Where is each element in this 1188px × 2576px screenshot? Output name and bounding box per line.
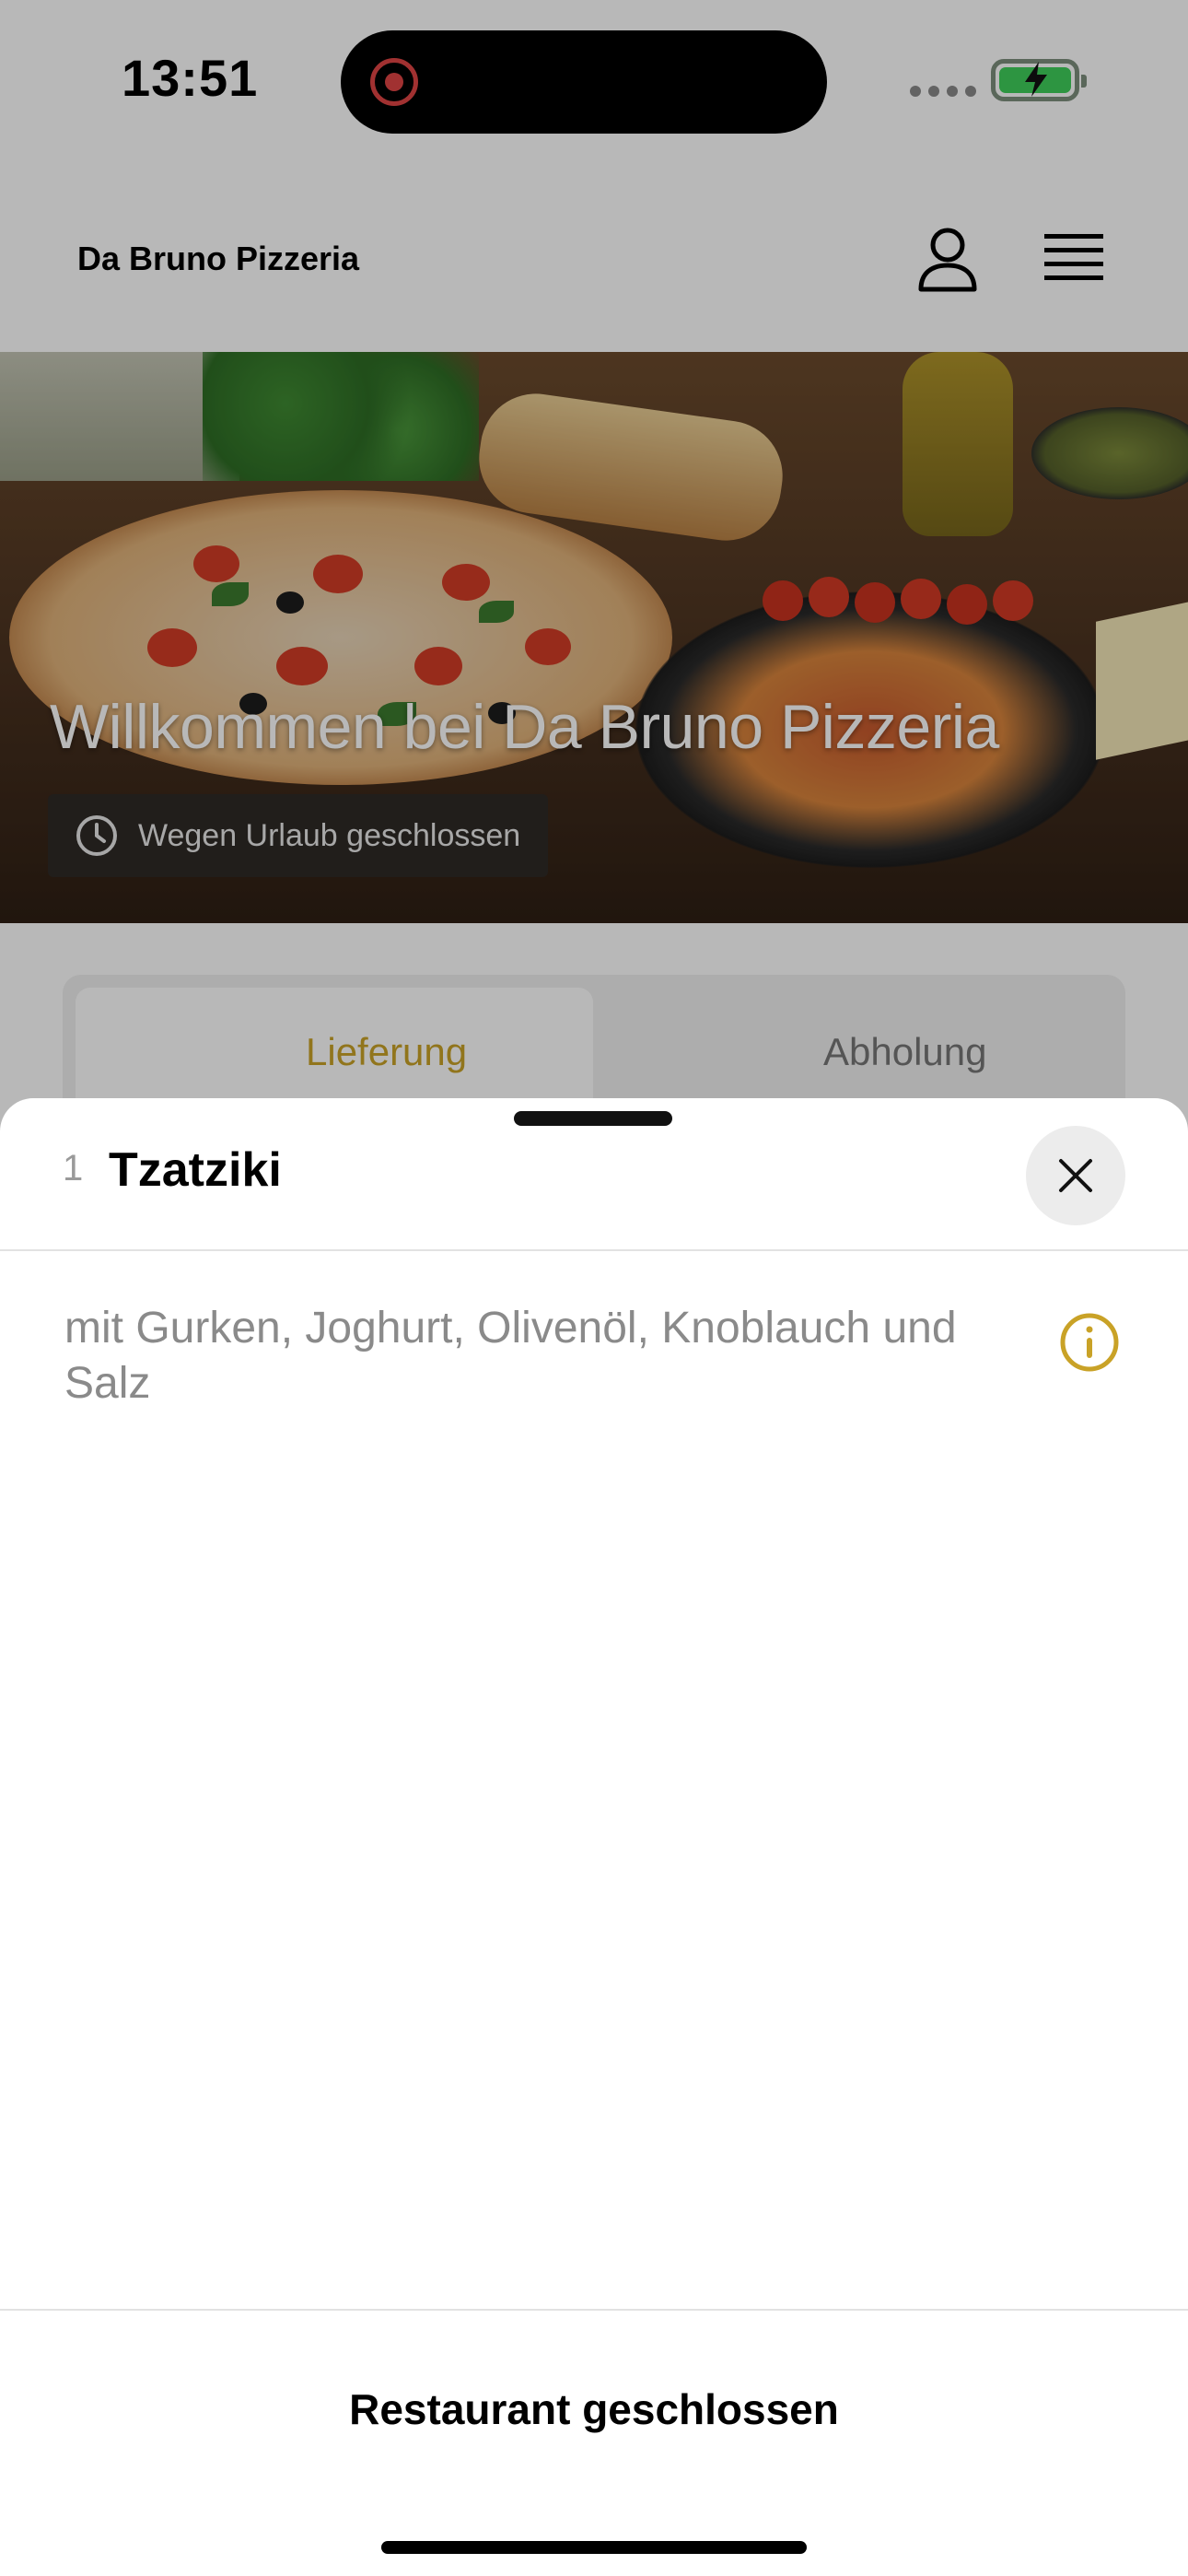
close-button[interactable] [1026, 1126, 1125, 1225]
product-description: mit Gurken, Joghurt, Olivenöl, Knoblauch… [64, 1304, 957, 1408]
sheet-grabber[interactable] [514, 1111, 672, 1126]
info-icon[interactable] [1059, 1312, 1120, 1373]
restaurant-closed-button[interactable]: Restaurant geschlossen [0, 2384, 1188, 2434]
product-title: Tzatziki [109, 1143, 282, 1197]
close-icon [1059, 1159, 1092, 1192]
sheet-divider [0, 1249, 1188, 1251]
product-number: 1 [63, 1148, 84, 1188]
home-indicator[interactable] [381, 2541, 807, 2554]
footer-divider [0, 2309, 1188, 2311]
product-detail-sheet: 1 Tzatziki mit Gurken, Joghurt, Olivenöl… [0, 1098, 1188, 2576]
